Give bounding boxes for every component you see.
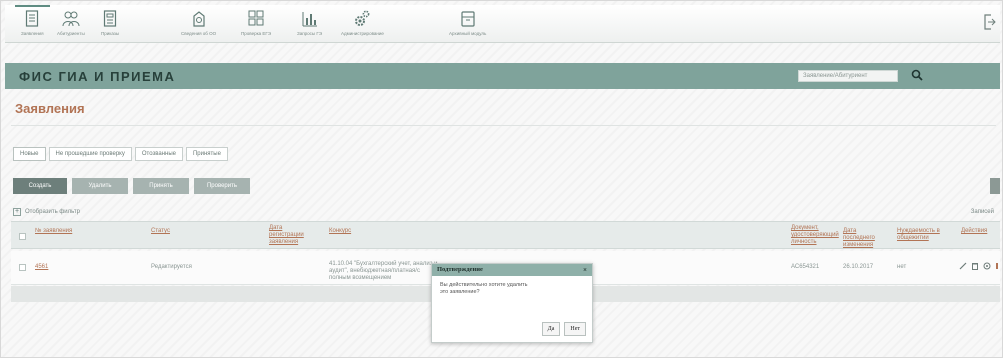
create-button[interactable]: Создать xyxy=(13,178,67,194)
users-icon xyxy=(62,9,80,27)
archive-icon xyxy=(460,9,476,27)
tool-label: Запросы ГЭ xyxy=(297,31,323,36)
delete-button[interactable]: Удалить xyxy=(72,178,128,194)
queries-icon xyxy=(302,9,318,27)
accept-button[interactable]: Принять xyxy=(133,178,189,194)
column-number[interactable]: № заявления xyxy=(35,228,72,235)
contest-cell: 41.10.04 "Бухгалтерский учет, анализ и а… xyxy=(329,261,438,281)
tool-label: Заявления xyxy=(21,31,44,36)
tool-applicants[interactable]: Абитуриенты xyxy=(57,9,85,39)
verify-button[interactable]: Проверить xyxy=(194,178,250,194)
row-checkbox[interactable] xyxy=(19,264,26,271)
row-actions xyxy=(959,262,999,272)
plus-icon: + xyxy=(13,208,21,216)
column-date[interactable]: Дата регистрации заявления xyxy=(269,225,305,246)
top-toolbar: Заявления Абитуриенты Приказы Сведения о… xyxy=(5,5,1000,43)
filter-label: Отобразить фильтр xyxy=(25,209,80,215)
institution-icon xyxy=(192,9,206,27)
tab-accepted[interactable]: Принятые xyxy=(185,147,228,161)
dormitory-cell: нет xyxy=(897,264,907,270)
tool-label: Проверка ЕГЭ xyxy=(241,31,272,36)
yes-button[interactable]: Да xyxy=(541,322,561,336)
tool-admin[interactable]: Администрирование xyxy=(341,9,384,39)
tool-label: Сведения об ОО xyxy=(181,31,217,36)
no-button[interactable]: Нет xyxy=(564,322,586,336)
dialog-buttons: Да Нет xyxy=(541,322,586,336)
divider xyxy=(11,125,996,126)
tab-new[interactable]: Новые xyxy=(13,147,46,161)
document-cell: АС654321 xyxy=(791,264,820,270)
export-button[interactable] xyxy=(990,178,1000,194)
table-header: № заявления Статус Дата регистрации заяв… xyxy=(11,221,1000,249)
filter-toggle[interactable]: + Отобразить фильтр xyxy=(13,208,80,216)
column-changed[interactable]: Дата последнего изменения xyxy=(843,228,883,249)
column-contest[interactable]: Конкурс xyxy=(329,228,351,235)
action-bar: Создать Удалить Принять Проверить xyxy=(13,178,250,194)
app-title: ФИС ГИА И ПРИЕМА xyxy=(19,69,176,84)
changed-date: 26.10.2017 xyxy=(843,264,874,270)
search-input[interactable]: Заявление/Абитуриент xyxy=(798,70,898,82)
application-number-link[interactable]: 4561 xyxy=(35,264,48,270)
tool-applications[interactable]: Заявления xyxy=(15,5,49,39)
close-icon[interactable]: × xyxy=(583,264,587,276)
delete-icon[interactable] xyxy=(971,262,979,272)
tool-label: Приказы xyxy=(101,31,120,36)
tool-archive[interactable]: Архивный модуль xyxy=(449,9,486,39)
edit-icon[interactable] xyxy=(959,262,967,272)
tool-label: Администрирование xyxy=(341,31,384,36)
admin-gear-icon xyxy=(353,9,371,27)
orders-icon xyxy=(103,9,117,27)
tool-label: Абитуриенты xyxy=(57,31,85,36)
tool-orders[interactable]: Приказы xyxy=(101,9,119,39)
dialog-title: Подтверждение xyxy=(437,266,483,273)
confirm-dialog: Подтверждение × Вы действительно хотите … xyxy=(431,263,593,343)
status-tabs: Новые Не прошедшие проверку Отозванные П… xyxy=(13,147,228,161)
select-all-checkbox[interactable] xyxy=(19,233,26,240)
dialog-message: Вы действительно хотите удалить это заяв… xyxy=(440,282,528,295)
app-header: ФИС ГИА И ПРИЕМА Заявление/Абитуриент xyxy=(5,63,1000,89)
search-icon[interactable] xyxy=(911,69,923,83)
column-dormitory[interactable]: Нуждаемость в общежитии xyxy=(897,228,943,242)
tool-institution[interactable]: Сведения об ОО xyxy=(181,9,216,39)
application-status: Редактируется xyxy=(151,264,192,270)
column-document[interactable]: Документ, удостоверяющий личность xyxy=(791,225,847,246)
page-title: Заявления xyxy=(15,101,85,116)
tool-label: Архивный модуль xyxy=(449,31,487,36)
app-window: Заявления Абитуриенты Приказы Сведения о… xyxy=(0,0,1003,358)
document-icon xyxy=(25,9,39,27)
info-icon[interactable] xyxy=(995,262,999,272)
column-status[interactable]: Статус xyxy=(151,228,170,235)
tab-not-verified[interactable]: Не прошедшие проверку xyxy=(48,147,132,161)
records-count: Записей xyxy=(970,209,994,215)
tool-exam-check[interactable]: Проверка ЕГЭ xyxy=(241,9,271,39)
column-actions: Действия xyxy=(961,228,988,234)
dialog-header: Подтверждение × xyxy=(432,264,592,276)
tool-queries[interactable]: Запросы ГЭ xyxy=(297,9,322,39)
tab-revoked[interactable]: Отозванные xyxy=(134,147,183,161)
view-icon[interactable] xyxy=(983,262,991,272)
exam-check-icon xyxy=(248,9,264,27)
exit-icon[interactable] xyxy=(984,14,996,32)
